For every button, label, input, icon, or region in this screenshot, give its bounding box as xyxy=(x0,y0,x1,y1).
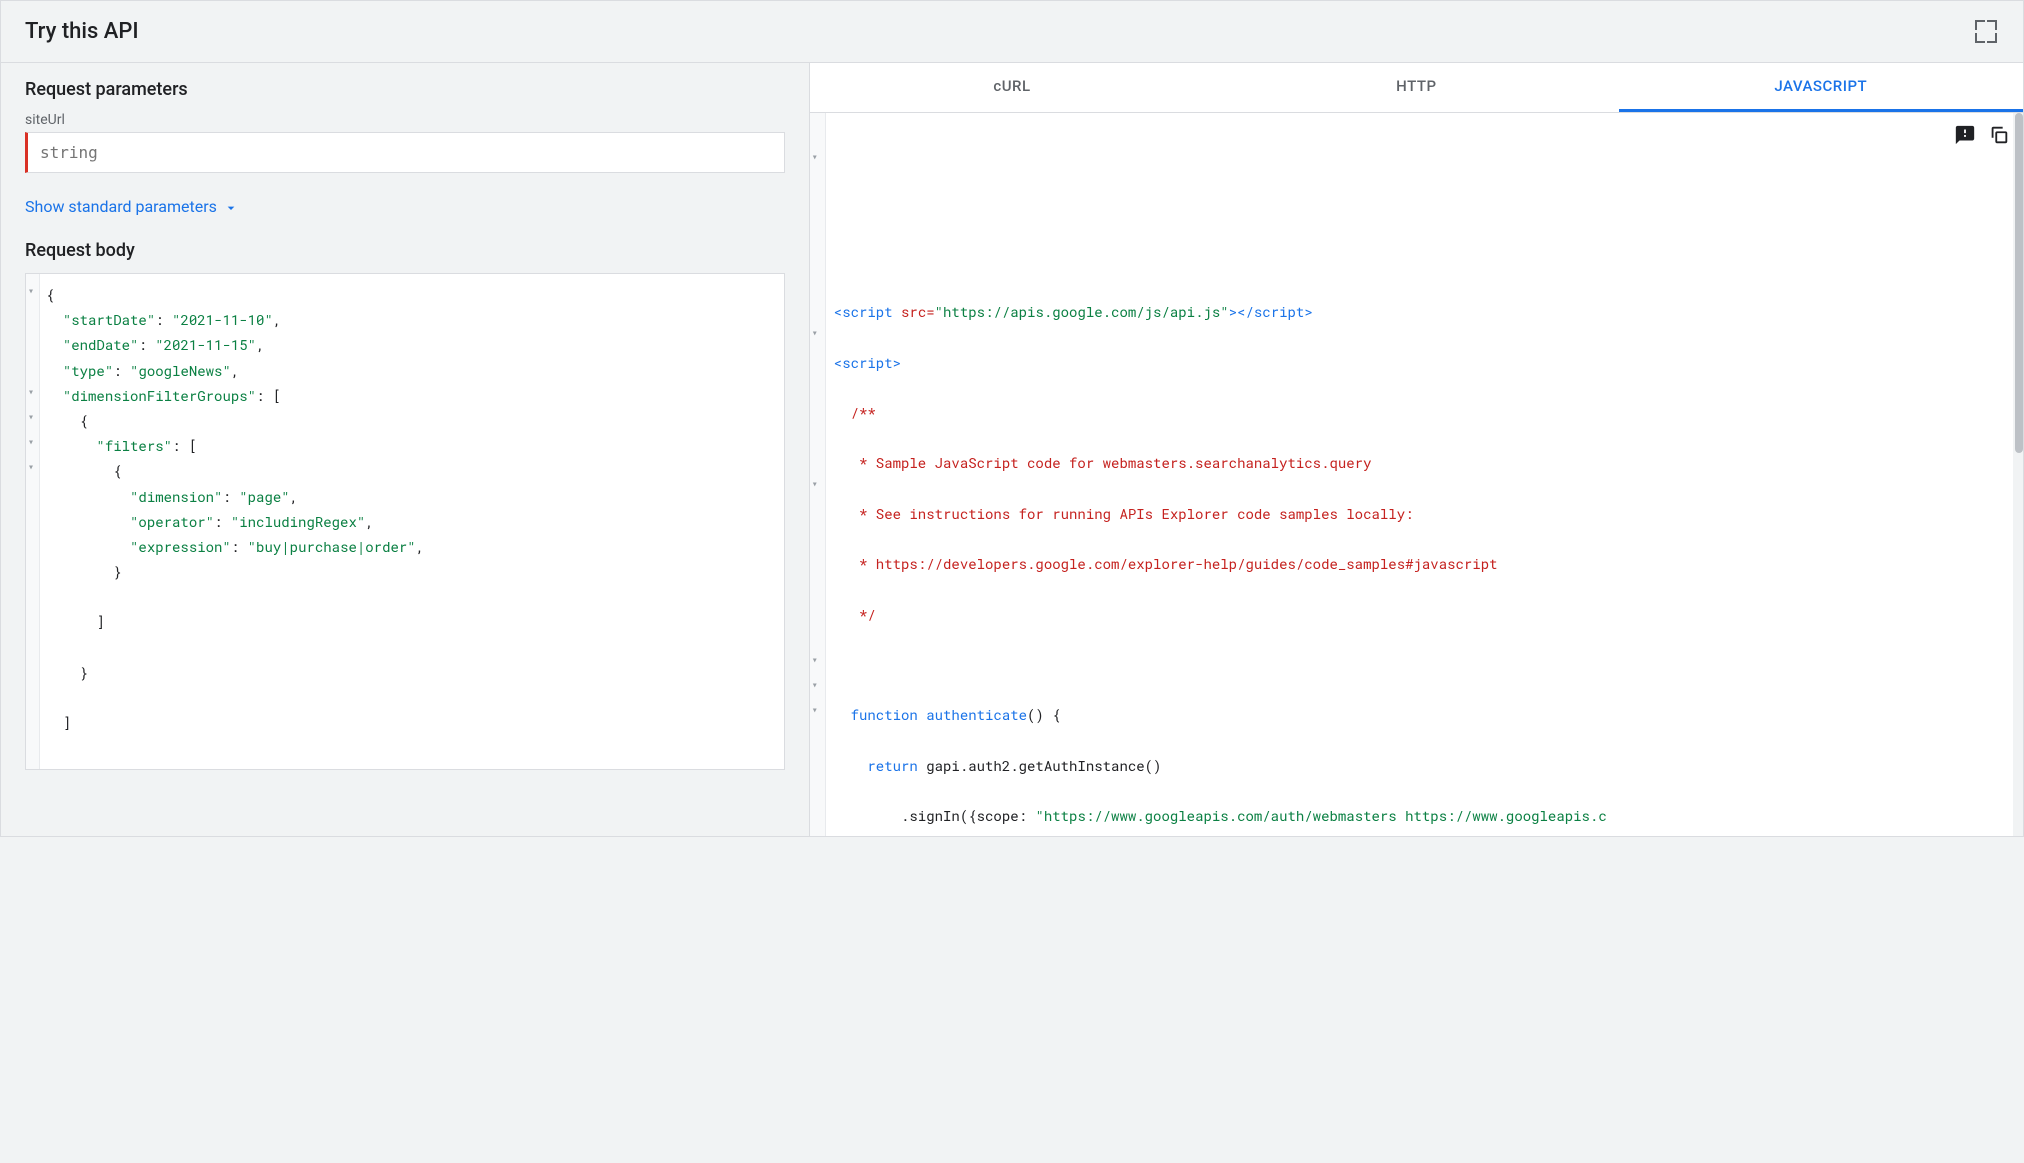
code-line: * https://developers.google.com/explorer… xyxy=(834,551,2013,576)
feedback-icon[interactable] xyxy=(1953,123,1977,147)
fold-marker-icon[interactable]: ▾ xyxy=(812,651,818,669)
code-line: /** xyxy=(834,400,2013,425)
code-toolbar xyxy=(1953,123,2011,147)
show-standard-parameters-link[interactable]: Show standard parameters xyxy=(25,197,785,216)
request-body-editor[interactable]: ▾ ▾ ▾ ▾ ▾ { "startDate": "2021-11-10", "… xyxy=(25,273,785,770)
chevron-down-icon xyxy=(223,200,237,214)
fold-marker-icon[interactable]: ▾ xyxy=(812,148,818,166)
code-line: return gapi.auth2.getAuthInstance() xyxy=(834,753,2013,778)
fold-marker-icon[interactable]: ▾ xyxy=(28,282,34,300)
fold-marker-icon[interactable]: ▾ xyxy=(28,383,34,401)
code-line: function authenticate() { xyxy=(834,702,2013,727)
siteurl-input[interactable] xyxy=(25,132,785,173)
fold-marker-icon[interactable]: ▾ xyxy=(812,701,818,719)
fold-marker-icon[interactable]: ▾ xyxy=(812,324,818,342)
code-line: "dimensionFilterGroups": [ xyxy=(46,383,776,408)
tab-curl[interactable]: cURL xyxy=(810,63,1214,112)
fullscreen-exit-icon[interactable] xyxy=(1975,20,1999,44)
code-line: "operator": "includingRegex", xyxy=(46,509,776,534)
code-line xyxy=(834,652,2013,677)
code-line: } xyxy=(46,660,776,685)
code-line: ] xyxy=(46,609,776,634)
code-line: ] xyxy=(46,710,776,735)
code-line: * See instructions for running APIs Expl… xyxy=(834,501,2013,526)
panel-title: Try this API xyxy=(25,19,139,44)
code-line: "type": "googleNews", xyxy=(46,358,776,383)
code-line: "endDate": "2021-11-15", xyxy=(46,332,776,357)
fold-marker-icon[interactable]: ▾ xyxy=(812,676,818,694)
tab-http[interactable]: HTTP xyxy=(1214,63,1618,112)
scrollbar[interactable] xyxy=(2013,113,2023,836)
request-parameters-heading: Request parameters xyxy=(25,79,785,100)
code-line: "filters": [ xyxy=(46,433,776,458)
code-viewer[interactable]: ▾ ▾ ▾ ▾ ▾ ▾ <script s xyxy=(810,113,2023,836)
code-line: <script src="https://apis.google.com/js/… xyxy=(834,299,2013,324)
code-line: */ xyxy=(834,602,2013,627)
show-standard-label: Show standard parameters xyxy=(25,197,217,216)
fold-marker-icon[interactable]: ▾ xyxy=(28,408,34,426)
code-line: "expression": "buy|purchase|order", xyxy=(46,534,776,559)
code-line: { xyxy=(46,408,776,433)
code-sample-panel: cURL HTTP JAVASCRIPT ▾ ▾ ▾ ▾ ▾ ▾ xyxy=(810,63,2023,836)
code-line: } xyxy=(46,559,776,584)
code-line xyxy=(46,685,776,710)
code-line xyxy=(46,735,776,760)
api-explorer-panel: Try this API Request parameters siteUrl … xyxy=(0,0,2024,837)
request-body-heading: Request body xyxy=(25,240,785,261)
code-line: "dimension": "page", xyxy=(46,484,776,509)
code-line xyxy=(46,584,776,609)
fold-marker-icon[interactable]: ▾ xyxy=(812,475,818,493)
request-panel: Request parameters siteUrl Show standard… xyxy=(1,63,810,836)
siteurl-label: siteUrl xyxy=(25,112,785,128)
main-content: Request parameters siteUrl Show standard… xyxy=(1,63,2023,836)
tab-javascript[interactable]: JAVASCRIPT xyxy=(1619,63,2023,112)
code-tabs: cURL HTTP JAVASCRIPT xyxy=(810,63,2023,113)
fold-marker-icon[interactable]: ▾ xyxy=(28,433,34,451)
panel-header: Try this API xyxy=(1,1,2023,63)
copy-icon[interactable] xyxy=(1987,123,2011,147)
code-gutter: ▾ ▾ ▾ ▾ ▾ ▾ xyxy=(810,113,826,836)
code-line: * Sample JavaScript code for webmasters.… xyxy=(834,450,2013,475)
scrollbar-thumb[interactable] xyxy=(2015,113,2023,453)
fold-marker-icon[interactable]: ▾ xyxy=(28,458,34,476)
code-line: { xyxy=(46,458,776,483)
code-line: <script> xyxy=(834,350,2013,375)
editor-gutter: ▾ ▾ ▾ ▾ ▾ xyxy=(26,274,40,769)
code-line: "startDate": "2021-11-10", xyxy=(46,307,776,332)
code-line: .signIn({scope: "https://www.googleapis.… xyxy=(834,803,2013,828)
code-line xyxy=(46,635,776,660)
code-line: { xyxy=(46,282,776,307)
